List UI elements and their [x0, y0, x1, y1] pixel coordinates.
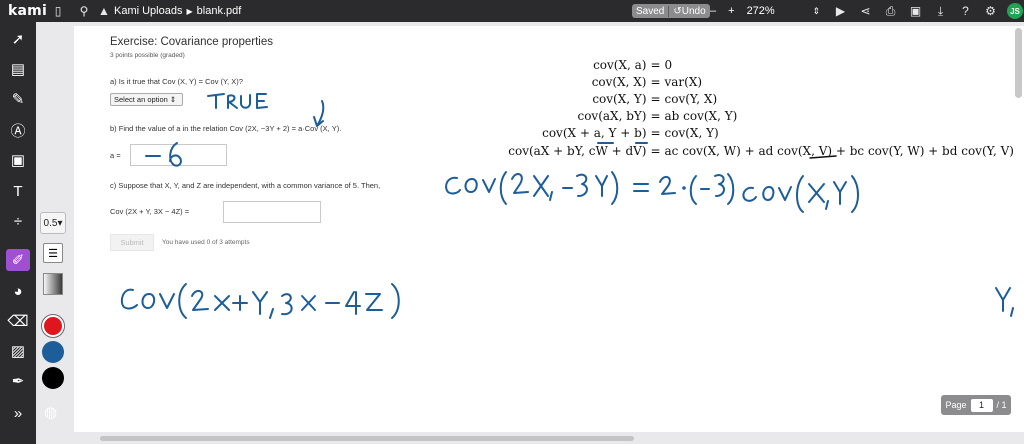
pen-palette: 0.5 ▾ ☰ ◍	[36, 209, 70, 429]
help-icon[interactable]: ?	[953, 0, 978, 22]
saved-label: Saved	[632, 5, 670, 17]
shapes-tool-icon[interactable]: ◕	[6, 280, 30, 302]
horizontal-scrollbar[interactable]	[100, 436, 634, 441]
ink-true	[207, 93, 268, 109]
share-icon[interactable]: ⋖	[853, 0, 878, 22]
page-total: / 1	[996, 400, 1007, 410]
ink-equation-b	[445, 171, 859, 213]
drawing-tool-icon[interactable]: ✐	[6, 249, 30, 271]
comment-tool-icon[interactable]: ▣	[6, 149, 30, 171]
ink-y-fragment	[995, 287, 1014, 317]
select-tool-icon[interactable]: ➚	[6, 28, 30, 50]
expand-toolbar-icon[interactable]: »	[6, 402, 30, 424]
color-red-swatch[interactable]	[42, 315, 64, 337]
eraser-tool-icon[interactable]: ⌫	[6, 310, 30, 332]
ink-underline-xv	[809, 155, 837, 159]
drive-icon: ▲	[98, 4, 110, 18]
save-status: Saved ↺Undo	[632, 4, 710, 18]
add-media-tool-icon[interactable]: ▨	[6, 340, 30, 362]
palette-icon[interactable]: ◍	[44, 403, 57, 421]
sidebar-toggle-icon[interactable]: ▯	[48, 0, 68, 22]
zoom-out-button[interactable]: –	[710, 5, 716, 17]
undo-label: Undo	[681, 5, 706, 17]
line-style-icon[interactable]: ☰	[43, 243, 63, 263]
breadcrumb: ▲ Kami Uploads ▶ blank.pdf	[98, 0, 241, 22]
opacity-swatch[interactable]	[43, 273, 63, 295]
pen-size-select[interactable]: 0.5 ▾	[40, 212, 66, 234]
left-toolbar: ➚ ▤ ✎ Ⓐ ▣ T ÷ ✐ ◕ ⌫ ▨ ✒ »	[0, 22, 36, 444]
present-icon[interactable]: ▶	[828, 0, 853, 22]
ink-arrow	[313, 100, 325, 127]
color-blue-swatch[interactable]	[42, 341, 64, 363]
signature-tool-icon[interactable]: ✒	[6, 370, 30, 392]
notebook-tool-icon[interactable]: ▤	[6, 58, 30, 80]
handwritten-ink	[120, 93, 1014, 319]
download-icon[interactable]: ⤓	[928, 0, 953, 22]
print-icon[interactable]: ⎙	[878, 0, 903, 22]
settings-icon[interactable]: ⚙	[978, 0, 1003, 22]
page-label: Page	[945, 400, 967, 410]
chevron-right-icon: ▶	[186, 6, 193, 16]
breadcrumb-folder[interactable]: Kami Uploads	[114, 5, 182, 17]
page-number-input[interactable]: 1	[970, 398, 993, 412]
kami-logo[interactable]: kami	[8, 3, 48, 19]
avatar[interactable]: JS	[1007, 3, 1023, 19]
zoom-controls: – + 272% ⇕	[710, 0, 820, 22]
document-page[interactable]: Exercise: Covariance properties 3 points…	[74, 26, 1024, 432]
text-tool-icon[interactable]: T	[6, 180, 30, 202]
toolbar-right: ▶ ⋖ ⎙ ▣ ⤓ ? ⚙ JS	[828, 0, 1023, 22]
zoom-level[interactable]: 272%	[747, 5, 787, 17]
pen-size-value: 0.5	[43, 217, 58, 229]
equation-tool-icon[interactable]: ÷	[6, 210, 30, 232]
ink-six	[169, 142, 182, 167]
undo-button[interactable]: ↺Undo	[669, 6, 709, 17]
markup-tool-icon[interactable]: Ⓐ	[6, 119, 30, 141]
highlighter-tool-icon[interactable]: ✎	[6, 88, 30, 110]
vertical-scrollbar[interactable]	[1015, 28, 1022, 98]
top-bar: kami ▯ ⚲ ▲ Kami Uploads ▶ blank.pdf Save…	[0, 0, 1024, 22]
search-icon[interactable]: ⚲	[74, 0, 94, 22]
zoom-in-button[interactable]: +	[728, 5, 734, 17]
breadcrumb-file[interactable]: blank.pdf	[197, 5, 242, 17]
save-icon[interactable]: ▣	[903, 0, 928, 22]
zoom-dropdown-icon[interactable]: ⇕	[813, 6, 821, 17]
page-indicator: Page 1 / 1	[941, 395, 1011, 415]
ink-equation-c	[120, 283, 400, 319]
color-black-swatch[interactable]	[42, 367, 64, 389]
